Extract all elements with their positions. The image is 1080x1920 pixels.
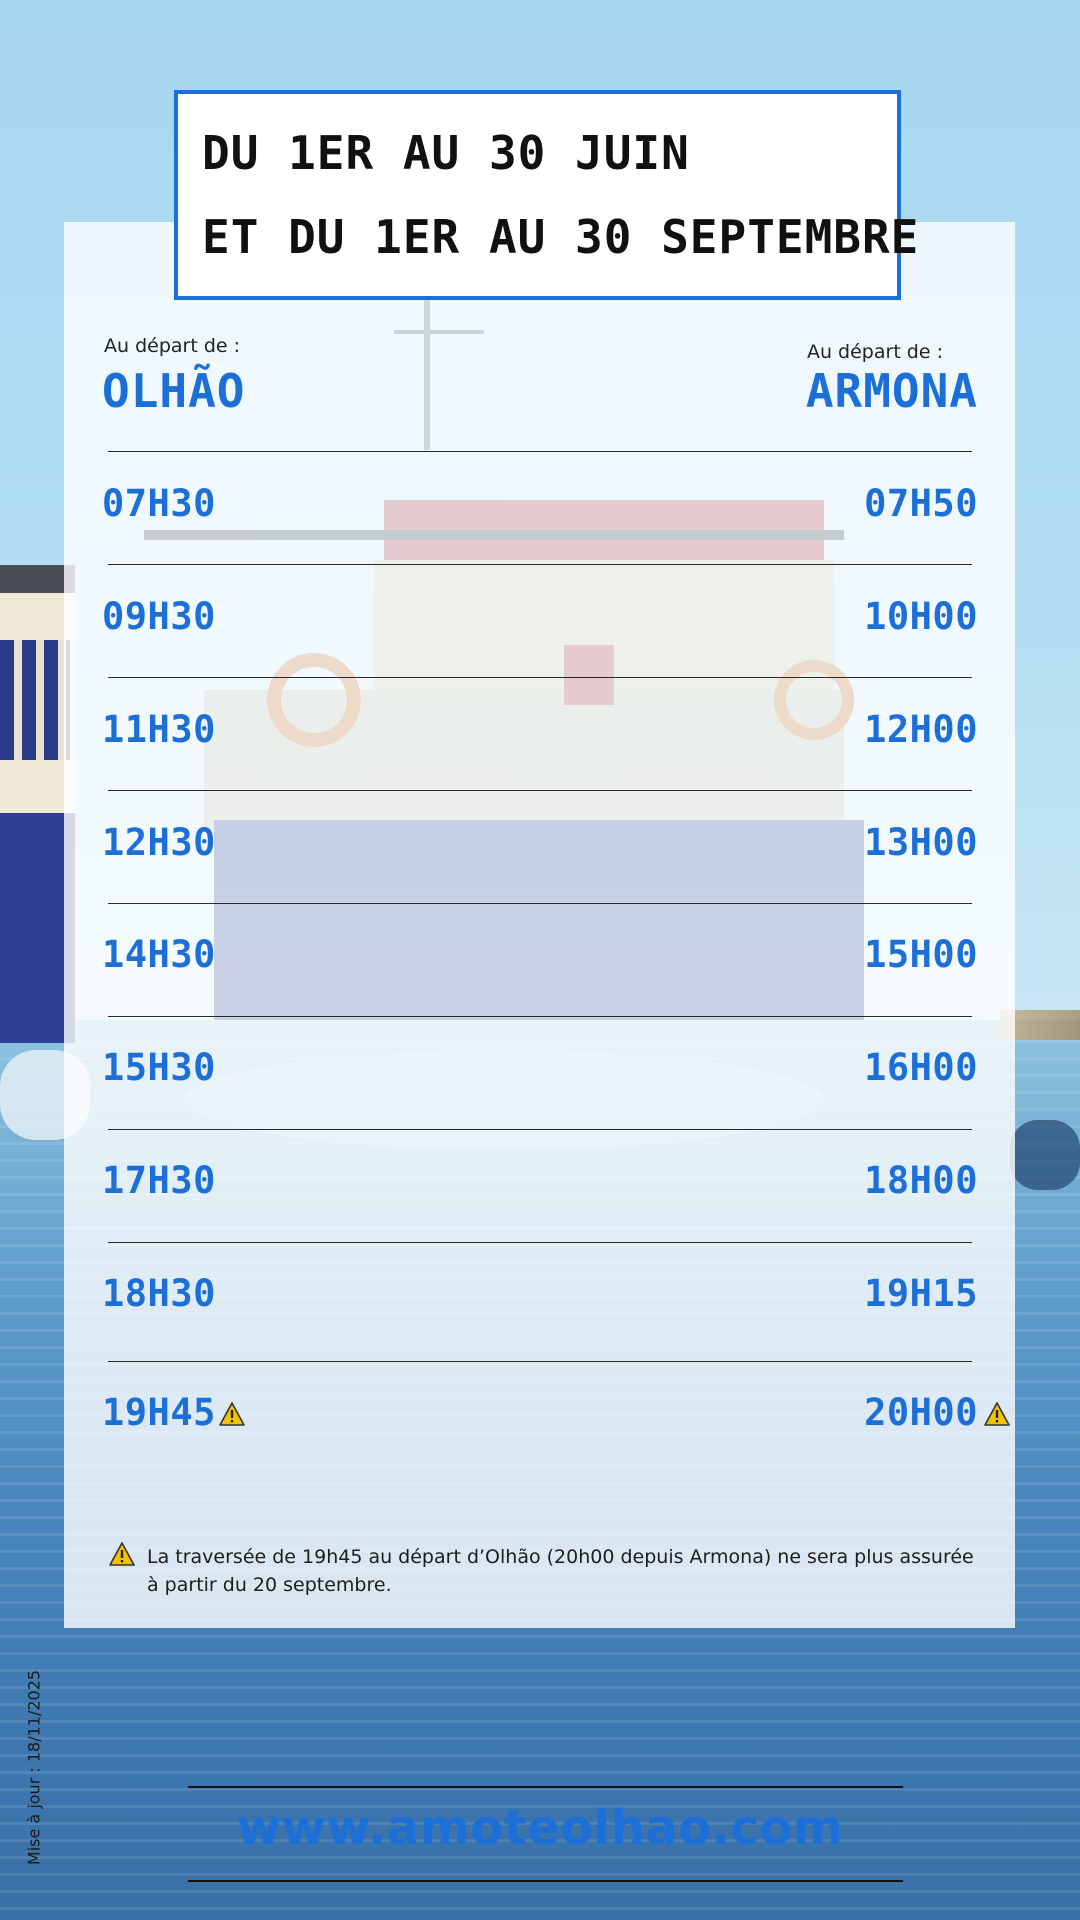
row-divider bbox=[108, 903, 972, 904]
armona-departure-time: 10H00 bbox=[864, 595, 978, 638]
departure-label-right: Au départ de : bbox=[806, 341, 943, 363]
row-divider bbox=[108, 1016, 972, 1017]
armona-departure-time: 07H50 bbox=[864, 482, 978, 525]
armona-departure-time: 16H00 bbox=[864, 1046, 978, 1089]
armona-departure-time: 15H00 bbox=[864, 933, 978, 976]
period-title-line-1: DU 1ER AU 30 JUIN bbox=[202, 126, 690, 180]
olhao-departure-time: 07H30 bbox=[102, 482, 216, 525]
olhao-departure-time: 14H30 bbox=[102, 933, 216, 976]
wake-right bbox=[1010, 1120, 1080, 1190]
warning-triangle-icon bbox=[109, 1542, 135, 1566]
row-divider bbox=[108, 1129, 972, 1130]
armona-departure-time: 18H00 bbox=[864, 1159, 978, 1202]
olhao-departure-time: 12H30 bbox=[102, 821, 216, 864]
ferry-windows bbox=[0, 640, 70, 760]
footer-divider-top bbox=[188, 1786, 903, 1788]
armona-departure-time: 13H00 bbox=[864, 821, 978, 864]
row-divider bbox=[108, 790, 972, 791]
departure-city-armona: ARMONA bbox=[805, 364, 978, 418]
warning-triangle-icon bbox=[984, 1402, 1010, 1426]
olhao-departure-time: 09H30 bbox=[102, 595, 216, 638]
footer-divider-bottom bbox=[188, 1880, 903, 1882]
row-divider bbox=[108, 451, 972, 452]
row-divider bbox=[108, 1242, 972, 1243]
olhao-departure-time: 15H30 bbox=[102, 1046, 216, 1089]
departure-label-left: Au départ de : bbox=[104, 335, 241, 357]
olhao-departure-time: 18H30 bbox=[102, 1272, 216, 1315]
last-updated-label: Mise à jour : 18/11/2025 bbox=[24, 1669, 44, 1866]
row-divider bbox=[108, 564, 972, 565]
period-title-line-2: ET DU 1ER AU 30 SEPTEMBRE bbox=[202, 210, 920, 264]
departure-city-olhao: OLHÃO bbox=[102, 364, 246, 418]
armona-departure-time: 12H00 bbox=[864, 708, 978, 751]
armona-departure-time: 19H15 bbox=[864, 1272, 978, 1315]
olhao-departure-time: 11H30 bbox=[102, 708, 216, 751]
website-link[interactable]: www.amoteolhao.com bbox=[0, 1800, 1080, 1856]
olhao-departure-time: 19H45 bbox=[102, 1391, 216, 1434]
period-title-box: DU 1ER AU 30 JUIN ET DU 1ER AU 30 SEPTEM… bbox=[174, 90, 918, 300]
olhao-departure-time: 17H30 bbox=[102, 1159, 216, 1202]
row-divider bbox=[108, 677, 972, 678]
row-divider bbox=[108, 1361, 972, 1362]
warning-triangle-icon bbox=[219, 1402, 245, 1426]
armona-departure-time: 20H00 bbox=[864, 1391, 978, 1434]
schedule-change-note: La traversée de 19h45 au départ d’Olhão … bbox=[147, 1546, 974, 1596]
